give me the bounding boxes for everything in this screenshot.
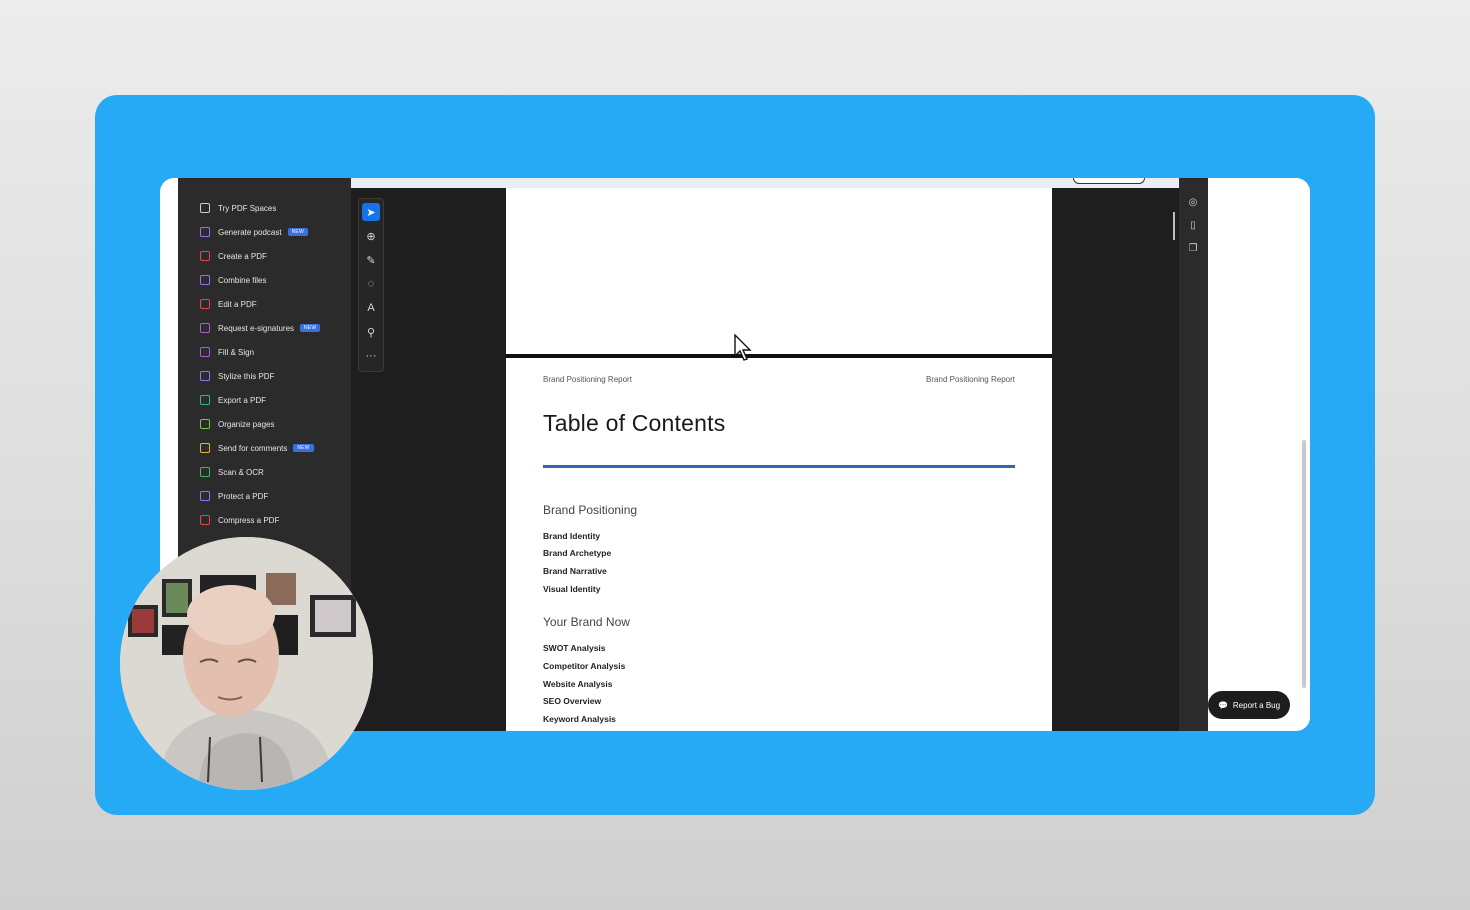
more-icon[interactable]: ··· xyxy=(362,347,380,365)
pdf-page: Brand Positioning Report Brand Positioni… xyxy=(506,358,1052,731)
toc-entry[interactable]: Brand Identity xyxy=(543,531,600,541)
toc-entry[interactable]: Brand Narrative xyxy=(543,566,607,576)
toc-entry[interactable]: SWOT Analysis xyxy=(543,643,606,653)
sidebar-item-label: Combine files xyxy=(218,275,267,285)
sidebar-item-label: Stylize this PDF xyxy=(218,371,275,381)
sidebar-item[interactable]: Try PDF Spaces xyxy=(200,201,276,215)
right-panel-scrollbar[interactable] xyxy=(1302,440,1306,688)
chat-bubble-icon: 💬 xyxy=(1217,700,1228,710)
lasso-icon[interactable]: ◌ xyxy=(362,275,380,293)
toc-entry[interactable]: Brand Archetype xyxy=(543,548,611,558)
presenter-video xyxy=(120,537,373,790)
podcast-icon xyxy=(200,227,210,237)
sidebar-item[interactable]: Edit a PDF xyxy=(200,297,257,311)
sidebar-item[interactable]: Export a PDF xyxy=(200,393,266,407)
stylize-icon xyxy=(200,371,210,381)
sidebar-item-label: Create a PDF xyxy=(218,251,267,261)
sidebar-item[interactable]: Compress a PDF xyxy=(200,513,279,527)
spaces-icon xyxy=(200,203,210,213)
create-pdf-icon xyxy=(200,251,210,261)
fill-sign-icon xyxy=(200,347,210,357)
export-icon xyxy=(200,395,210,405)
sidebar-item[interactable]: Stylize this PDF xyxy=(200,369,274,383)
organize-icon xyxy=(200,419,210,429)
document-viewer[interactable]: ➤ ⊕ ✎ ◌ A ⚲ ··· Brand Positioning Report Brand… xyxy=(351,178,1179,731)
sidebar-item[interactable]: Fill & Sign xyxy=(200,345,254,359)
text-box-icon[interactable]: A xyxy=(362,299,380,317)
running-header-right: Brand Positioning Report xyxy=(926,375,1015,384)
new-badge: NEW xyxy=(287,228,308,236)
sidebar-item[interactable]: Protect a PDF xyxy=(200,489,268,503)
new-badge: NEW xyxy=(293,444,314,452)
sidebar-item-label: Protect a PDF xyxy=(218,491,269,501)
sidebar-item-label: Organize pages xyxy=(218,419,275,429)
sidebar-item-label: Try PDF Spaces xyxy=(218,203,277,213)
sidebar-item-label: Edit a PDF xyxy=(218,299,257,309)
running-header-left: Brand Positioning Report xyxy=(543,375,632,384)
toc-entry[interactable]: Competitor Analysis xyxy=(543,661,625,671)
previous-page xyxy=(506,188,1052,354)
right-rail: ◎ ▯ ❐ xyxy=(1179,178,1208,731)
top-bar xyxy=(351,178,1179,188)
report-bug-label: Report a Bug xyxy=(1232,700,1281,710)
sidebar-item[interactable]: Create a PDF xyxy=(200,249,267,263)
esign-icon xyxy=(200,323,210,333)
viewer-scrollbar[interactable] xyxy=(1173,212,1175,240)
sidebar-item[interactable]: Generate podcast NEW xyxy=(200,225,308,239)
edit-pdf-icon xyxy=(200,299,210,309)
sidebar-item[interactable]: Organize pages xyxy=(200,417,274,431)
quick-tools-toolbar: ➤ ⊕ ✎ ◌ A ⚲ ··· xyxy=(358,198,384,372)
ai-assistant-icon[interactable]: ◎ xyxy=(1187,196,1199,208)
pages-icon[interactable]: ❐ xyxy=(1187,242,1199,254)
sidebar-item[interactable]: Send for comments NEW xyxy=(200,441,314,455)
toc-entry[interactable]: Keyword Analysis xyxy=(543,714,616,724)
select-cursor-icon[interactable]: ➤ xyxy=(362,203,380,221)
sidebar-item-label: Send for comments xyxy=(218,443,288,453)
new-badge: NEW xyxy=(300,324,321,332)
right-panel xyxy=(1208,178,1310,731)
sidebar-item-label: Scan & OCR xyxy=(218,467,264,477)
bookmark-comment-icon[interactable]: ▯ xyxy=(1187,219,1199,231)
toc-entry[interactable]: Visual Identity xyxy=(543,584,600,594)
page-title: Table of Contents xyxy=(543,410,726,436)
report-bug-button[interactable]: 💬 Report a Bug xyxy=(1208,691,1290,719)
sidebar-item-label: Export a PDF xyxy=(218,395,267,405)
sidebar-item-label: Fill & Sign xyxy=(218,347,255,357)
combine-icon xyxy=(200,275,210,285)
zoom-icon[interactable]: ⊕ xyxy=(362,227,380,245)
sidebar-item[interactable]: Request e-signatures NEW xyxy=(200,321,321,335)
webcam-overlay xyxy=(120,537,373,790)
pen-icon[interactable]: ✎ xyxy=(362,251,380,269)
mouse-cursor-icon xyxy=(734,334,752,361)
sidebar-item-label: Request e-signatures xyxy=(218,323,295,333)
toc-section-heading: Your Brand Now xyxy=(543,615,630,629)
title-underline xyxy=(543,465,1015,468)
toc-entry[interactable]: Website Analysis xyxy=(543,679,612,689)
comments-icon xyxy=(200,443,210,453)
sidebar-item-label: Compress a PDF xyxy=(218,515,280,525)
sidebar-item[interactable]: Scan & OCR xyxy=(200,465,264,479)
stamp-icon[interactable]: ⚲ xyxy=(362,323,380,341)
top-bar-button[interactable] xyxy=(1073,178,1145,184)
toc-section-heading: Brand Positioning xyxy=(543,503,638,517)
compress-icon xyxy=(200,515,210,525)
toc-entry[interactable]: SEO Overview xyxy=(543,696,601,706)
sidebar-item-label: Generate podcast xyxy=(218,227,282,237)
protect-icon xyxy=(200,491,210,501)
sidebar-item[interactable]: Combine files xyxy=(200,273,266,287)
scan-icon xyxy=(200,467,210,477)
